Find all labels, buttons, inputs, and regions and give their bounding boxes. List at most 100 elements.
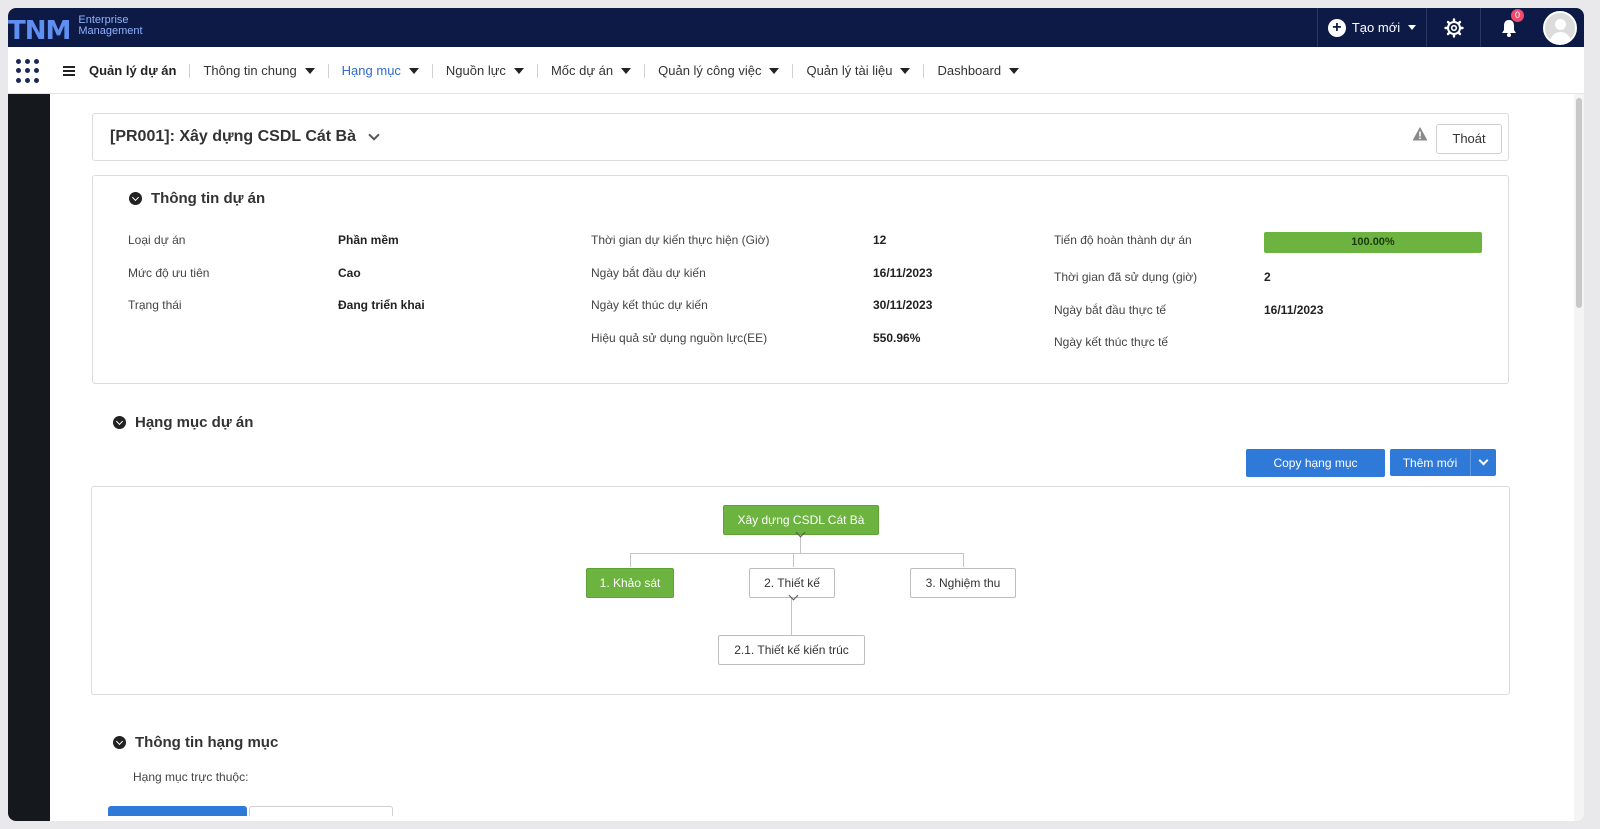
- chevron-down-icon: [368, 129, 380, 141]
- hamburger-icon[interactable]: [63, 65, 75, 76]
- warning-icon[interactable]: [1412, 126, 1428, 142]
- category-detail-toggle[interactable]: Thông tin hạng mục: [113, 734, 278, 751]
- nav-divider: [923, 63, 925, 78]
- field-value: 30/11/2023: [873, 298, 933, 312]
- collapse-icon: [113, 736, 126, 749]
- tree-node-architecture-design[interactable]: 2.1. Thiết kế kiến trúc: [718, 635, 865, 665]
- nav-item-label: Mốc dự án: [550, 63, 614, 78]
- project-info-heading: Thông tin dự án: [151, 190, 266, 207]
- field-value: Cao: [338, 266, 361, 280]
- nav-title: Quản lý dự án: [89, 63, 177, 78]
- field-value: 16/11/2023: [873, 266, 933, 280]
- categories-heading: Hạng mục dự án: [135, 414, 254, 431]
- add-new-dropdown[interactable]: [1470, 449, 1496, 476]
- add-new-button[interactable]: Thêm mới: [1390, 449, 1470, 476]
- detail-tab-active[interactable]: [108, 806, 247, 816]
- nav-item-label: Hạng mục: [341, 63, 401, 78]
- field-value: 2: [1264, 270, 1271, 284]
- field-label: Loại dự án: [128, 233, 186, 247]
- nav-item-documents[interactable]: Quản lý tài liệu: [806, 63, 911, 78]
- project-title: [PR001]: Xây dựng CSDL Cát Bà: [110, 128, 357, 145]
- nav-item-label: Quản lý tài liệu: [806, 63, 893, 78]
- nav-item-resources[interactable]: Nguồn lực: [446, 63, 524, 78]
- tree-connector: [963, 553, 964, 567]
- project-info-panel: Thông tin dự án Loại dự án Phần mềm Mức …: [92, 175, 1509, 384]
- tree-connector: [630, 553, 631, 567]
- avatar: [1543, 10, 1577, 45]
- scrollbar[interactable]: [1574, 94, 1584, 821]
- notification-badge: 0: [1511, 9, 1524, 22]
- settings-button[interactable]: [1426, 8, 1480, 47]
- nav-divider: [431, 63, 433, 78]
- parent-category-label: Hạng mục trực thuộc:: [133, 770, 249, 784]
- tree-connector: [793, 553, 794, 567]
- field-value: 16/11/2023: [1264, 303, 1324, 317]
- field-label: Thời gian đã sử dụng (giờ): [1054, 270, 1198, 284]
- nav-divider: [189, 63, 191, 78]
- user-menu[interactable]: [1536, 8, 1584, 47]
- notifications-button[interactable]: 0: [1480, 8, 1536, 47]
- brand-mark: TNM: [8, 16, 71, 46]
- field-label: Mức độ ưu tiên: [128, 266, 210, 280]
- exit-button[interactable]: Thoát: [1436, 124, 1502, 154]
- brand-line2: Management: [78, 25, 143, 37]
- nav-divider: [327, 63, 329, 78]
- field-label: Ngày kết thúc dự kiến: [591, 298, 708, 312]
- caret-down-icon: [1408, 25, 1417, 30]
- categories-toggle[interactable]: Hạng mục dự án: [113, 414, 253, 431]
- field-label: Hiệu quả sử dụng nguồn lực(EE): [591, 331, 768, 345]
- brand-logo[interactable]: TNM Enterprise Management: [8, 12, 143, 47]
- add-new-button-group: Thêm mới: [1390, 449, 1496, 476]
- create-new-button[interactable]: + Tạo mới: [1317, 8, 1426, 47]
- field-label: Thời gian dự kiến thực hiện (Giờ): [591, 233, 770, 247]
- detail-tab[interactable]: [249, 806, 393, 816]
- scrollbar-thumb[interactable]: [1576, 98, 1582, 308]
- caret-down-icon: [621, 67, 632, 74]
- caret-down-icon: [769, 67, 780, 74]
- field-value: 550.96%: [873, 331, 921, 345]
- caret-down-icon: [408, 67, 419, 74]
- nav-divider: [792, 63, 794, 78]
- nav-item-general-info[interactable]: Thông tin chung: [203, 63, 315, 78]
- main-content: [PR001]: Xây dựng CSDL Cát Bà Thoát Thôn…: [50, 94, 1584, 821]
- tree-node-acceptance[interactable]: 3. Nghiệm thu: [910, 568, 1016, 598]
- field-value: Phần mềm: [338, 233, 399, 247]
- nav-item-label: Quản lý công việc: [658, 63, 762, 78]
- field-label: Tiến độ hoàn thành dự án: [1054, 233, 1192, 247]
- nav-item-label: Nguồn lực: [445, 63, 506, 78]
- tree-node-survey[interactable]: 1. Khảo sát: [586, 568, 674, 598]
- nav-item-categories[interactable]: Hạng mục: [342, 63, 419, 78]
- caret-down-icon: [1009, 67, 1020, 74]
- nav-divider: [644, 63, 646, 78]
- field-value: 12: [873, 233, 887, 247]
- nav-menu: Quản lý dự án Thông tin chung Hạng mục N…: [63, 47, 1020, 94]
- field-label: Ngày bắt đầu thực tế: [1054, 303, 1167, 317]
- gear-icon: [1443, 17, 1464, 38]
- project-info-toggle[interactable]: Thông tin dự án: [129, 190, 265, 207]
- nav-item-dashboard[interactable]: Dashboard: [937, 63, 1020, 78]
- module-nav: Quản lý dự án Thông tin chung Hạng mục N…: [8, 47, 1584, 94]
- category-detail-heading: Thông tin hạng mục: [135, 734, 279, 751]
- brand-name: Enterprise Management: [78, 15, 142, 37]
- plus-circle-icon: +: [1327, 18, 1346, 37]
- nav-divider: [536, 63, 538, 78]
- category-tree: Xây dựng CSDL Cát Bà 1. Khảo sát 2. Thiế…: [91, 486, 1510, 695]
- field-value: Đang triển khai: [338, 298, 425, 312]
- field-label: Ngày kết thúc thực tế: [1054, 335, 1169, 349]
- collapse-icon: [129, 192, 142, 205]
- caret-down-icon: [304, 67, 315, 74]
- collapse-icon: [113, 416, 126, 429]
- nav-item-milestones[interactable]: Mốc dự án: [550, 63, 632, 78]
- chevron-down-icon: [1478, 455, 1489, 466]
- nav-item-label: Dashboard: [937, 63, 1002, 78]
- app-window: TNM Enterprise Management + Tạo mới 0 Qu…: [8, 8, 1584, 821]
- field-label: Trạng thái: [128, 298, 182, 312]
- nav-item-tasks[interactable]: Quản lý công việc: [658, 63, 780, 78]
- top-bar: TNM Enterprise Management + Tạo mới 0: [8, 8, 1584, 47]
- completion-progress-bar: 100.00%: [1264, 232, 1482, 253]
- project-selector[interactable]: [PR001]: Xây dựng CSDL Cát Bà: [110, 128, 380, 146]
- left-rail: [8, 94, 50, 821]
- apps-grid-icon[interactable]: [16, 59, 40, 83]
- copy-category-button[interactable]: Copy hạng mục: [1246, 449, 1385, 477]
- project-header: [PR001]: Xây dựng CSDL Cát Bà Thoát: [92, 113, 1509, 161]
